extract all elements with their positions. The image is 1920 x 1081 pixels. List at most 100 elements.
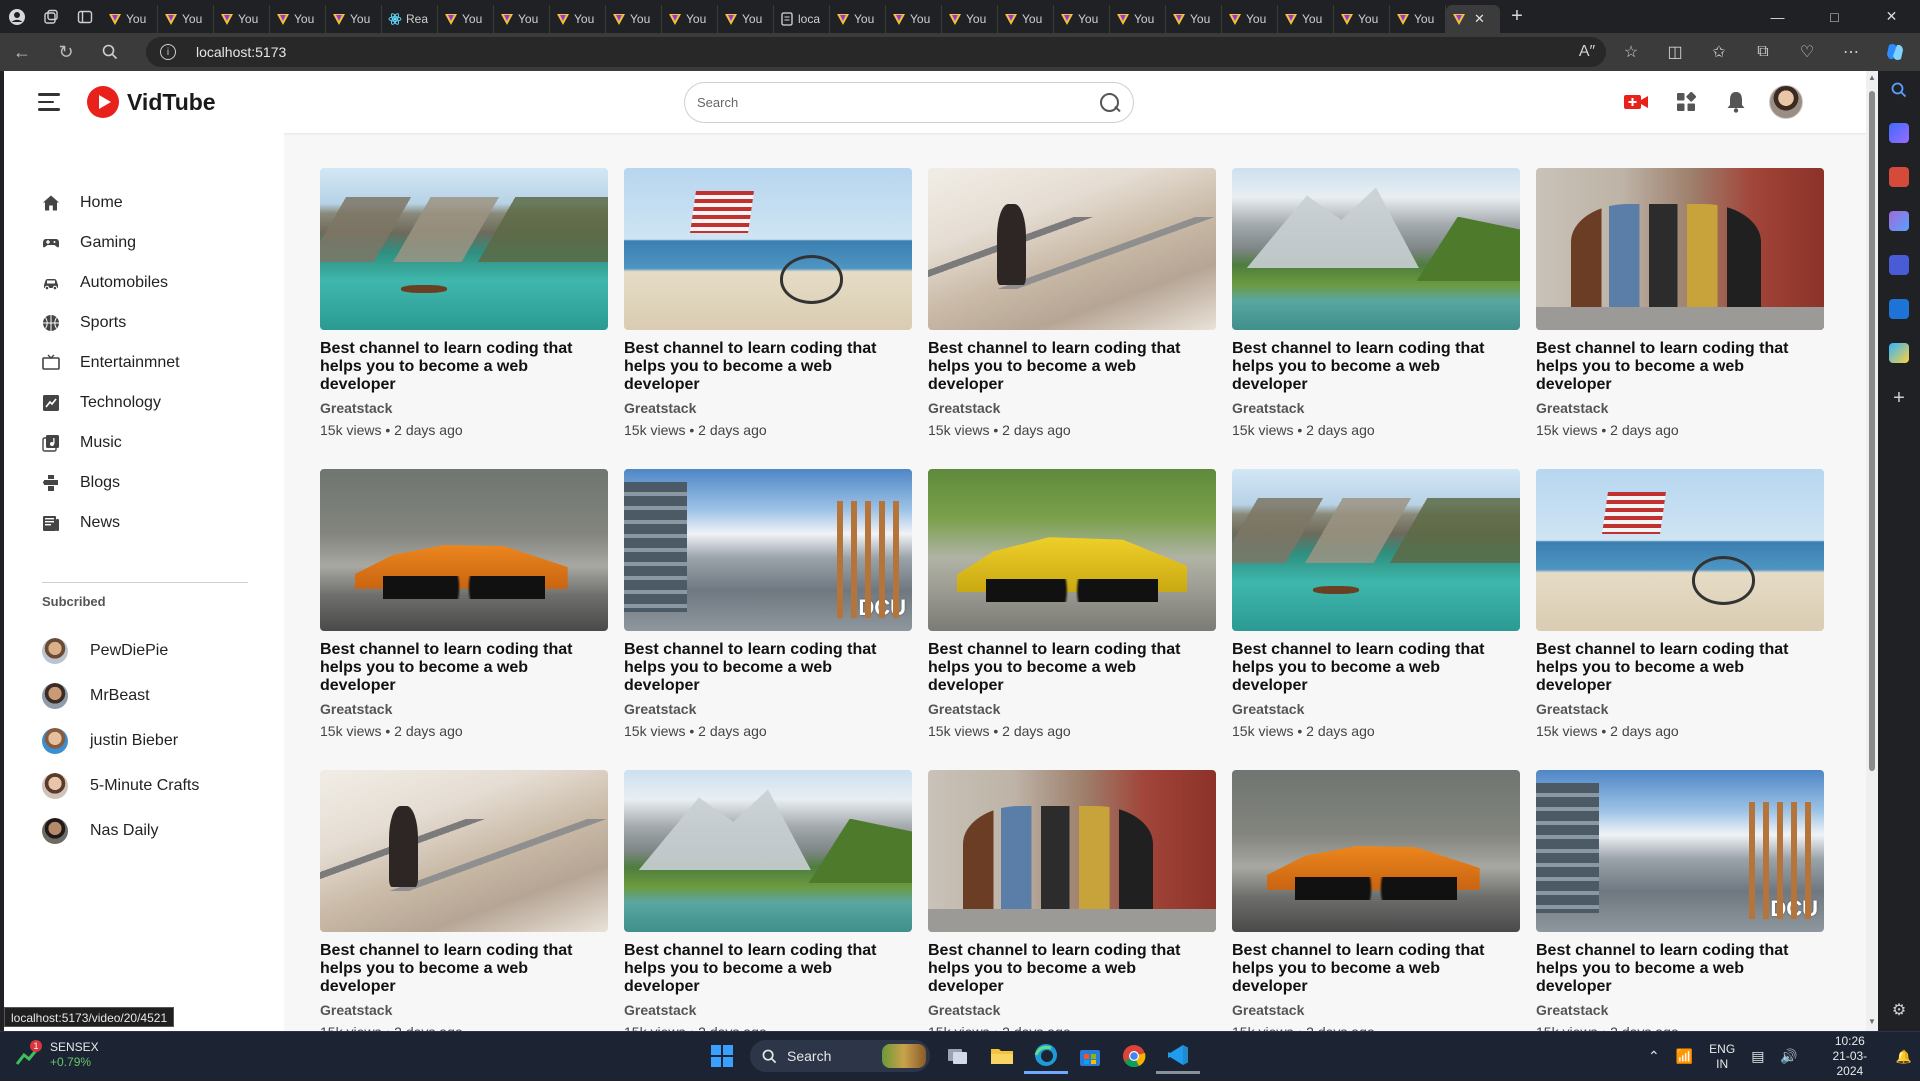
start-icon[interactable] (700, 1038, 744, 1074)
video-channel[interactable]: Greatstack (1232, 400, 1520, 416)
video-channel[interactable]: Greatstack (928, 1002, 1216, 1018)
notification-bell-icon[interactable] (1711, 86, 1761, 118)
video-channel[interactable]: Greatstack (320, 1002, 608, 1018)
subscribed-channel[interactable]: justin Bieber (42, 727, 178, 755)
video-channel[interactable]: Greatstack (928, 400, 1216, 416)
browser-tab[interactable]: You (326, 5, 382, 33)
minimize-icon[interactable]: — (1749, 0, 1806, 33)
back-icon[interactable]: ← (0, 33, 44, 71)
workspaces-icon[interactable] (34, 0, 68, 33)
browser-tab[interactable]: You (1334, 5, 1390, 33)
browser-tab[interactable]: You (1390, 5, 1446, 33)
sidebar-item-music[interactable]: Music (42, 431, 122, 455)
video-thumbnail[interactable] (928, 168, 1216, 330)
refresh-icon[interactable]: ↻ (44, 33, 88, 71)
video-card[interactable]: Best channel to learn coding that helps … (1536, 469, 1824, 739)
video-card[interactable]: Best channel to learn coding that helps … (928, 168, 1216, 438)
video-channel[interactable]: Greatstack (1536, 400, 1824, 416)
video-thumbnail[interactable] (1232, 469, 1520, 631)
video-thumbnail[interactable]: DCU (624, 469, 912, 631)
close-tab-icon[interactable]: ✕ (1474, 11, 1485, 27)
video-title[interactable]: Best channel to learn coding that helps … (624, 641, 912, 695)
video-thumbnail[interactable] (1232, 168, 1520, 330)
video-title[interactable]: Best channel to learn coding that helps … (624, 340, 912, 394)
video-title[interactable]: Best channel to learn coding that helps … (1232, 641, 1520, 695)
video-channel[interactable]: Greatstack (1536, 701, 1824, 717)
video-card[interactable]: Best channel to learn coding that helps … (624, 770, 912, 1031)
browser-tab[interactable]: loca (774, 5, 830, 33)
sidebar-item-blogs[interactable]: Blogs (42, 471, 120, 495)
video-channel[interactable]: Greatstack (624, 701, 912, 717)
chrome-icon[interactable] (1112, 1038, 1156, 1074)
scroll-down-icon[interactable]: ▼ (1867, 1017, 1877, 1027)
browser-tab[interactable]: You (494, 5, 550, 33)
video-card[interactable]: Best channel to learn coding that helps … (624, 168, 912, 438)
browser-essentials-icon[interactable]: ♡ (1785, 33, 1829, 71)
video-card[interactable]: Best channel to learn coding that helps … (320, 168, 608, 438)
maximize-icon[interactable]: □ (1806, 0, 1863, 33)
video-thumbnail[interactable] (928, 770, 1216, 932)
browser-tab[interactable]: You (662, 5, 718, 33)
video-thumbnail[interactable] (928, 469, 1216, 631)
video-title[interactable]: Best channel to learn coding that helps … (1536, 340, 1824, 394)
file-explorer-icon[interactable] (980, 1038, 1024, 1074)
language-indicator[interactable]: ENG IN (1709, 1042, 1735, 1072)
collections-icon[interactable]: ⧉ (1741, 33, 1785, 71)
browser-tab[interactable]: Rea (382, 5, 438, 33)
browser-tab[interactable]: ✕ (1446, 5, 1500, 33)
browser-tab[interactable]: You (438, 5, 494, 33)
upload-video-icon[interactable] (1611, 86, 1661, 118)
browser-tab[interactable]: You (718, 5, 774, 33)
browser-tab[interactable]: You (1278, 5, 1334, 33)
browser-tab[interactable]: You (550, 5, 606, 33)
volume-icon[interactable]: 🔊 (1780, 1049, 1797, 1064)
video-title[interactable]: Best channel to learn coding that helps … (1232, 942, 1520, 996)
video-title[interactable]: Best channel to learn coding that helps … (320, 641, 608, 695)
address-field[interactable]: i localhost:5173 (146, 37, 1606, 67)
menu-icon[interactable] (38, 93, 62, 111)
clock[interactable]: 10:26 21-03-2024 (1820, 1034, 1880, 1079)
browser-tab[interactable]: You (1110, 5, 1166, 33)
video-channel[interactable]: Greatstack (1536, 1002, 1824, 1018)
browser-tab[interactable]: You (830, 5, 886, 33)
search-page-icon[interactable] (88, 33, 132, 71)
sidebar-item-news[interactable]: News (42, 511, 120, 535)
microsoft-store-icon[interactable] (1068, 1038, 1112, 1074)
video-card[interactable]: Best channel to learn coding that helps … (320, 770, 608, 1031)
apps-grid-icon[interactable] (1661, 86, 1711, 118)
copilot-icon[interactable] (1873, 33, 1917, 71)
video-thumbnail[interactable] (624, 168, 912, 330)
sidebar-item-automobiles[interactable]: Automobiles (42, 271, 168, 295)
side-games-icon[interactable] (1889, 211, 1909, 231)
profile-icon[interactable] (0, 0, 34, 33)
edge-browser-icon[interactable] (1024, 1038, 1068, 1074)
browser-tab[interactable]: You (886, 5, 942, 33)
browser-tab[interactable]: You (1166, 5, 1222, 33)
side-tools-icon[interactable] (1889, 167, 1909, 187)
tray-overflow-icon[interactable]: ⌃ (1648, 1049, 1660, 1064)
search-input[interactable] (697, 95, 1099, 110)
user-avatar[interactable] (1761, 85, 1811, 119)
video-title[interactable]: Best channel to learn coding that helps … (1232, 340, 1520, 394)
video-thumbnail[interactable] (1536, 469, 1824, 631)
scrollbar-thumb[interactable] (1869, 91, 1875, 771)
side-outlook-icon[interactable] (1889, 299, 1909, 319)
video-title[interactable]: Best channel to learn coding that helps … (1536, 942, 1824, 996)
browser-tab[interactable]: You (158, 5, 214, 33)
subscribed-channel[interactable]: 5-Minute Crafts (42, 772, 199, 800)
side-shopping-icon[interactable] (1889, 123, 1909, 143)
video-card[interactable]: DCU Best channel to learn coding that hel… (1536, 770, 1824, 1031)
video-card[interactable]: Best channel to learn coding that helps … (1536, 168, 1824, 438)
side-m365-icon[interactable] (1889, 255, 1909, 275)
browser-tab[interactable]: You (1222, 5, 1278, 33)
stock-widget[interactable]: 1 SENSEX +0.79% (14, 1040, 99, 1070)
video-channel[interactable]: Greatstack (320, 400, 608, 416)
video-thumbnail[interactable] (624, 770, 912, 932)
more-menu-icon[interactable]: ⋯ (1829, 33, 1873, 71)
video-thumbnail[interactable] (1536, 168, 1824, 330)
video-thumbnail[interactable] (320, 168, 608, 330)
subscribed-channel[interactable]: Nas Daily (42, 817, 158, 845)
browser-tab[interactable]: You (998, 5, 1054, 33)
video-channel[interactable]: Greatstack (624, 1002, 912, 1018)
video-title[interactable]: Best channel to learn coding that helps … (928, 942, 1216, 996)
